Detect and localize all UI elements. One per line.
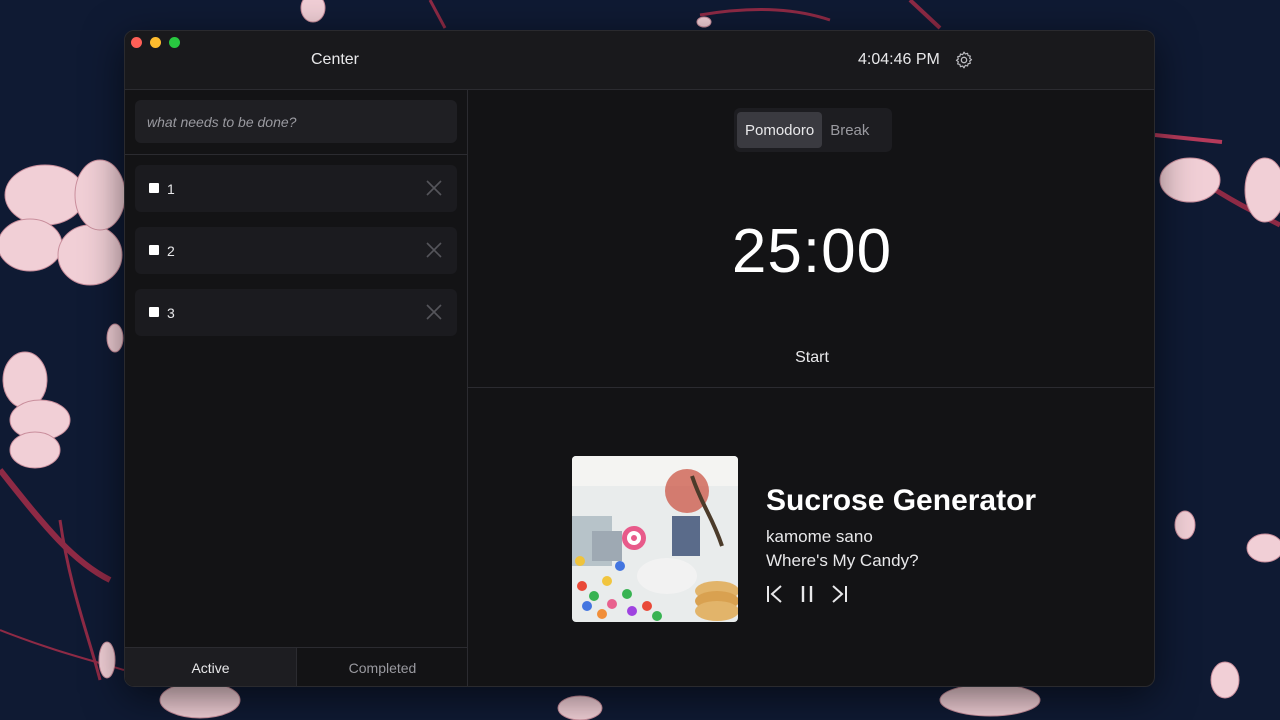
task-filter-tabs: Active Completed: [125, 647, 468, 686]
task-label: 1: [167, 181, 175, 197]
window-title: Center: [310, 51, 360, 68]
track-title: Sucrose Generator: [766, 484, 1037, 517]
divider: [125, 154, 468, 155]
task-checkbox[interactable]: [149, 307, 159, 317]
new-task-input[interactable]: [135, 100, 457, 143]
playback-controls: [766, 583, 848, 605]
title-bar: Center 4:04:46 PM: [125, 31, 1154, 90]
tab-active[interactable]: Active: [125, 648, 297, 686]
task-label: 2: [167, 243, 175, 259]
tab-completed[interactable]: Completed: [297, 648, 468, 686]
close-icon[interactable]: [425, 179, 443, 197]
close-window-button[interactable]: [131, 37, 142, 48]
track-artist: kamome sano: [766, 527, 873, 546]
clock: 4:04:46 PM: [858, 51, 940, 68]
task-list: 1 2 3: [135, 165, 457, 351]
close-icon[interactable]: [425, 241, 443, 259]
pomodoro-mode-button[interactable]: Pomodoro: [737, 112, 823, 148]
next-icon[interactable]: [830, 583, 848, 605]
pause-icon[interactable]: [798, 583, 816, 605]
track-album: Where's My Candy?: [766, 551, 919, 570]
minimize-window-button[interactable]: [150, 37, 161, 48]
task-checkbox[interactable]: [149, 183, 159, 193]
mode-switch: Pomodoro Break: [734, 108, 892, 152]
previous-icon[interactable]: [766, 583, 784, 605]
start-button[interactable]: Start: [468, 349, 1154, 367]
main-panel: Pomodoro Break 25:00 Start Sucrose Gener…: [468, 90, 1154, 686]
task-label: 3: [167, 305, 175, 321]
timer-display: 25:00: [731, 217, 893, 286]
gear-icon[interactable]: [954, 50, 974, 70]
maximize-window-button[interactable]: [169, 37, 180, 48]
close-icon[interactable]: [425, 303, 443, 321]
list-item: 2: [135, 227, 457, 274]
task-panel: 1 2 3 Active Completed: [125, 90, 468, 686]
window-controls: [131, 37, 180, 48]
break-mode-button[interactable]: Break: [822, 112, 877, 148]
album-art: [572, 456, 738, 622]
list-item: 3: [135, 289, 457, 336]
app-window: Center 4:04:46 PM 1 2: [124, 30, 1155, 687]
divider: [468, 387, 1154, 388]
task-checkbox[interactable]: [149, 245, 159, 255]
list-item: 1: [135, 165, 457, 212]
